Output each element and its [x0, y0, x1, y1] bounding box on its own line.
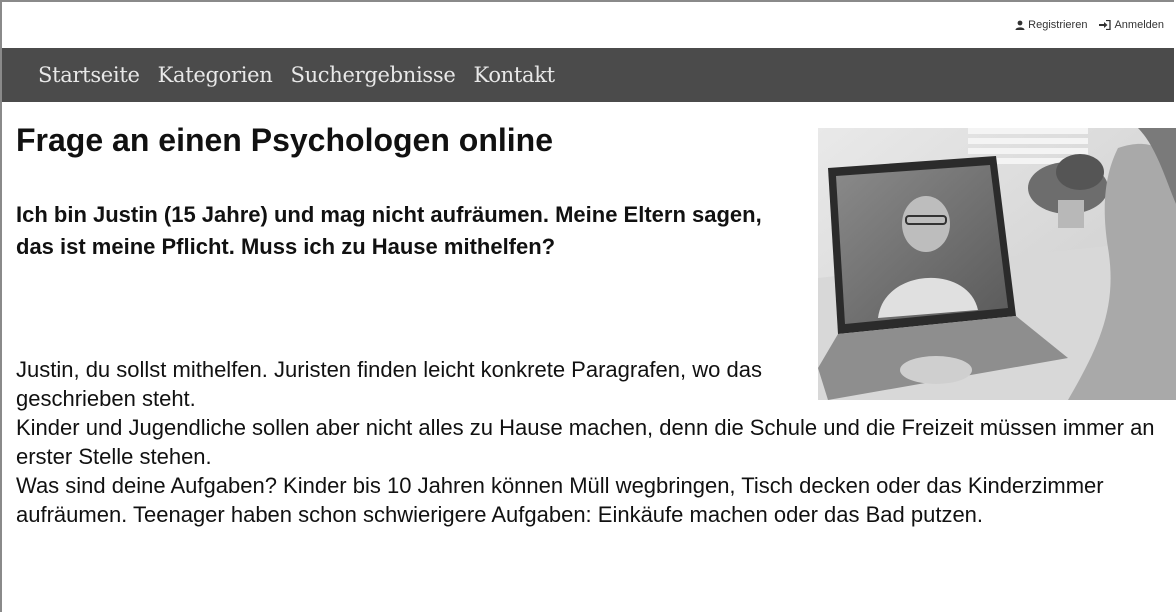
article-photo [818, 128, 1176, 400]
nav-item-startseite[interactable]: Startseite [38, 63, 140, 87]
video-call-photo [818, 128, 1176, 400]
register-label: Registrieren [1028, 19, 1088, 31]
nav-item-suchergebnisse[interactable]: Suchergebnisse [291, 63, 456, 87]
nav-item-kontakt[interactable]: Kontakt [474, 63, 556, 87]
page-title: Frage an einen Psychologen online [16, 122, 553, 158]
sign-in-icon [1099, 20, 1112, 30]
article-question: Ich bin Justin (15 Jahre) und mag nicht … [16, 202, 762, 259]
login-label: Anmelden [1114, 19, 1164, 31]
answer-paragraph: Was sind deine Aufgaben? Kinder bis 10 J… [16, 473, 1104, 527]
register-link[interactable]: Registrieren [1015, 19, 1087, 31]
nav-item-kategorien[interactable]: Kategorien [158, 63, 273, 87]
page-frame: Registrieren Anmelden Startseite Kategor… [0, 0, 1176, 612]
answer-paragraph: Justin, du sollst mithelfen. Juristen fi… [16, 357, 762, 411]
main-nav: Startseite Kategorien Suchergebnisse Kon… [2, 48, 1174, 102]
answer-paragraph: Kinder und Jugendliche sollen aber nicht… [16, 415, 1155, 469]
top-bar: Registrieren Anmelden [2, 2, 1174, 48]
login-link[interactable]: Anmelden [1099, 19, 1164, 31]
user-icon [1015, 20, 1025, 30]
